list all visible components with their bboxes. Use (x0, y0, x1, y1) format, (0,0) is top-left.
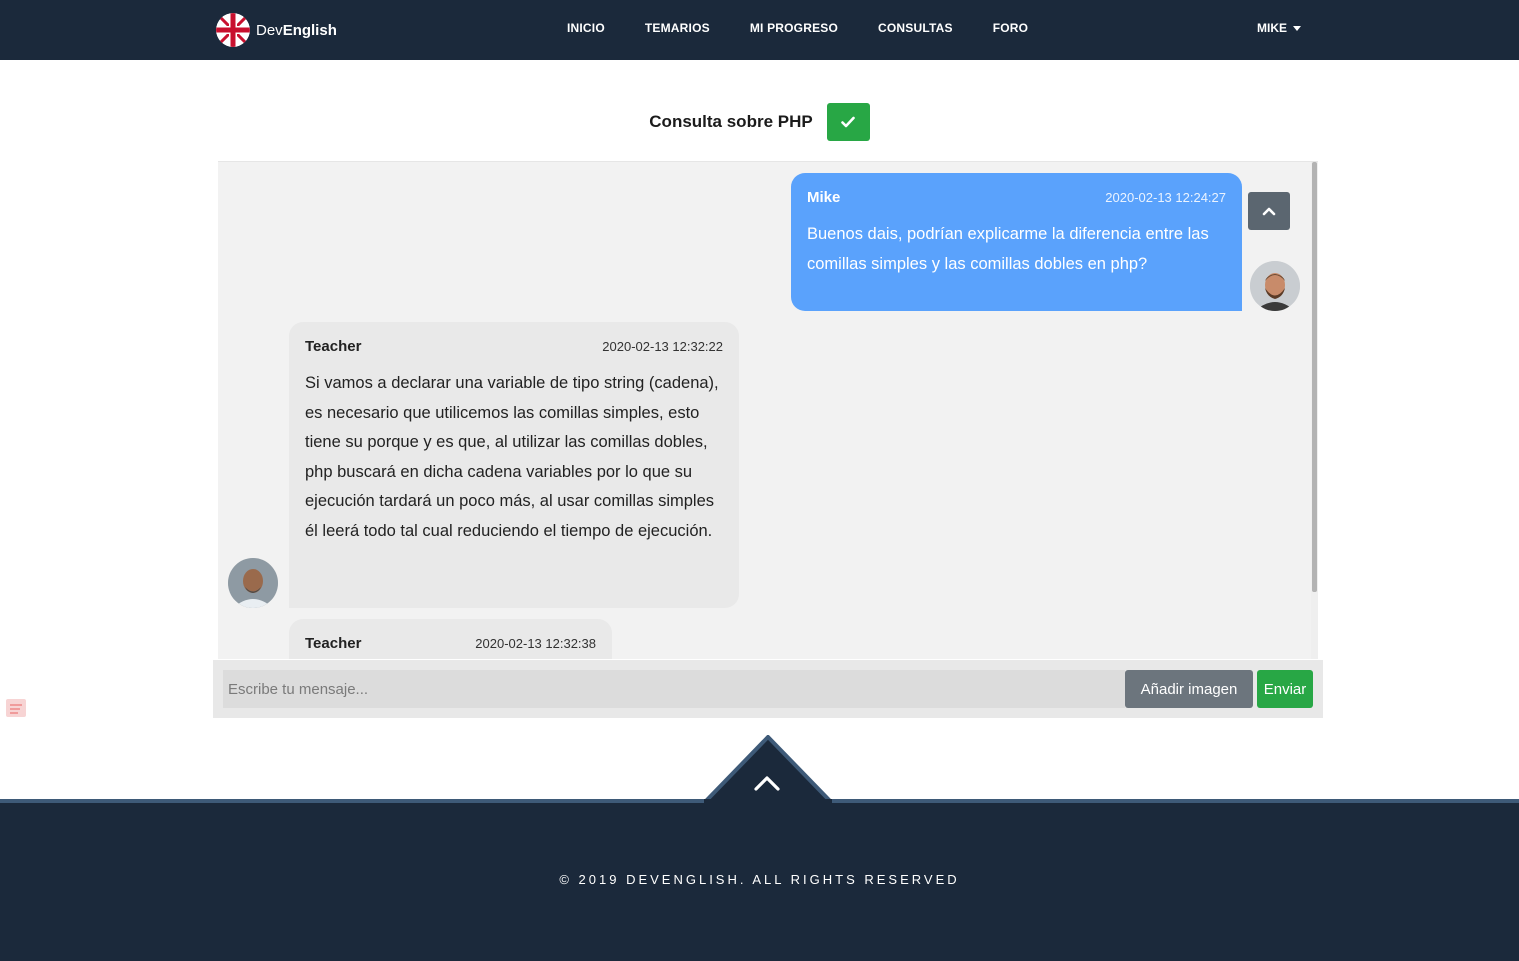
message-author: Mike (807, 189, 841, 206)
send-button[interactable]: Enviar (1257, 670, 1313, 708)
avatar (1250, 261, 1300, 311)
chat-scrollbar-thumb[interactable] (1312, 162, 1317, 592)
message-time: 2020-02-13 12:24:27 (1105, 190, 1226, 205)
nav-link-mi-progreso[interactable]: MI PROGRESO (750, 21, 838, 35)
page-title: Consulta sobre PHP (649, 112, 813, 131)
navbar: DevEnglish INICIO TEMARIOS MI PROGRESO C… (0, 0, 1519, 60)
chat-messages[interactable]: Mike 2020-02-13 12:24:27 Buenos dais, po… (218, 161, 1318, 659)
brand-name-bold: English (282, 21, 337, 39)
nav-link-foro[interactable]: FORO (993, 21, 1028, 35)
message-text: Buenos dais, podrían explicarme la difer… (807, 225, 1209, 273)
scroll-top-button[interactable] (1248, 192, 1290, 230)
message-author: Teacher (305, 338, 362, 355)
nav-link-inicio[interactable]: INICIO (567, 21, 605, 35)
side-widget-icon[interactable] (4, 697, 32, 719)
nav-link-temarios[interactable]: TEMARIOS (645, 21, 710, 35)
chevron-up-icon (1262, 207, 1276, 216)
message-input[interactable] (223, 670, 1125, 708)
brand-logo[interactable]: DevEnglish (216, 13, 337, 47)
message-teacher: Teacher 2020-02-13 12:32:38 (289, 619, 612, 659)
message-teacher: Teacher 2020-02-13 12:32:22 Si vamos a d… (289, 322, 739, 608)
user-menu[interactable]: MIKE (1257, 21, 1301, 35)
message-author: Teacher (305, 635, 362, 652)
message-mike: Mike 2020-02-13 12:24:27 Buenos dais, po… (791, 173, 1242, 311)
user-name: MIKE (1257, 21, 1287, 35)
message-composer: Añadir imagen Enviar (213, 660, 1323, 718)
avatar (228, 558, 278, 608)
brand-name: DevEnglish (256, 22, 337, 39)
nav-links: INICIO TEMARIOS MI PROGRESO CONSULTAS FO… (567, 21, 1068, 35)
resolve-button[interactable] (826, 103, 870, 141)
nav-link-consultas[interactable]: CONSULTAS (878, 21, 953, 35)
message-time: 2020-02-13 12:32:22 (602, 339, 723, 354)
message-time: 2020-02-13 12:32:38 (475, 636, 596, 651)
uk-flag-icon (216, 13, 250, 47)
add-image-button[interactable]: Añadir imagen (1125, 670, 1253, 708)
copyright-text: © 2019 DEVENGLISH. ALL RIGHTS RESERVED (559, 872, 960, 887)
message-text: Si vamos a declarar una variable de tipo… (305, 374, 719, 540)
title-row: Consulta sobre PHP (0, 103, 1519, 141)
caret-down-icon (1293, 25, 1301, 31)
chat-scrollbar[interactable] (1311, 162, 1318, 659)
brand-name-light: Dev (256, 21, 283, 39)
check-icon (841, 116, 856, 128)
back-to-top-button[interactable] (704, 735, 832, 803)
